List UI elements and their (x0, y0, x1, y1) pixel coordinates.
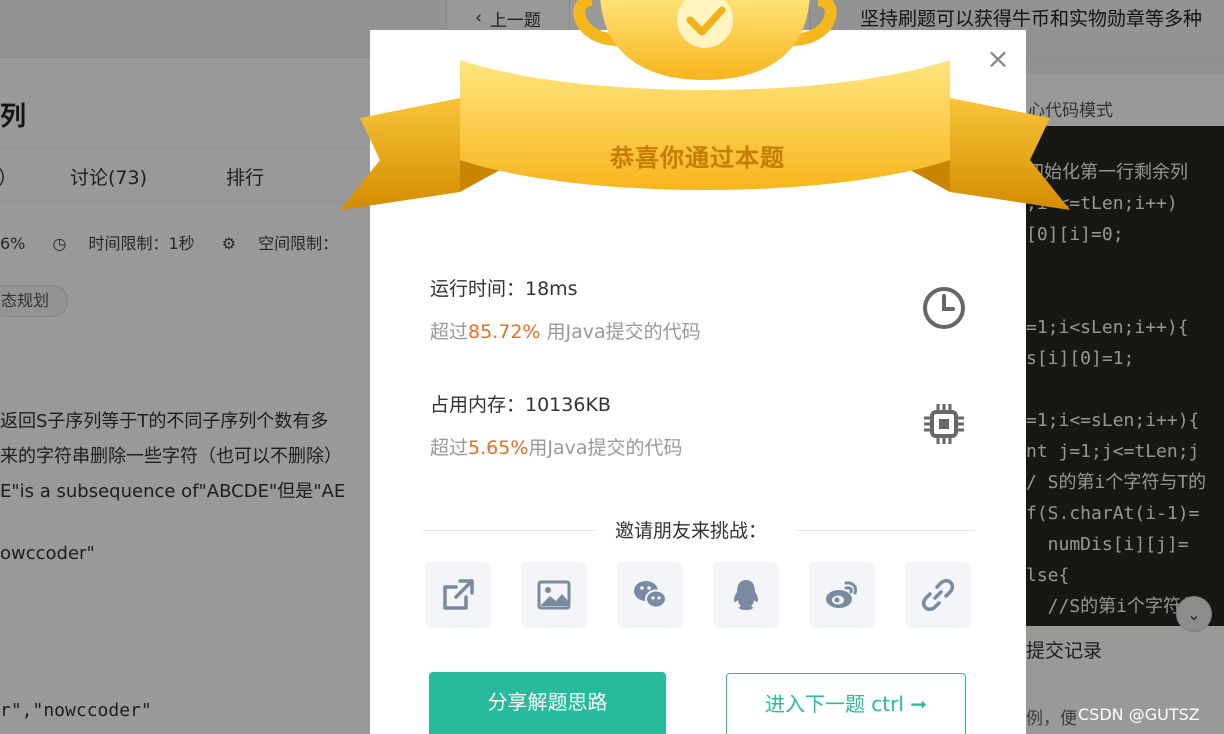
chip-icon (924, 404, 964, 444)
runtime-label: 运行时间：18ms (430, 278, 578, 300)
clock-icon (923, 287, 965, 329)
memory-label: 占用内存：10136KB (430, 394, 611, 416)
invite-label: 邀请朋友来挑战： (596, 516, 786, 543)
share-link-button[interactable] (905, 562, 971, 628)
wechat-icon (634, 581, 667, 609)
runtime-prefix: 超过 (430, 321, 469, 343)
share-weibo-button[interactable] (809, 562, 875, 628)
weibo-icon (826, 581, 857, 608)
share-image-button[interactable] (521, 562, 587, 628)
divider (796, 530, 974, 531)
runtime-beat: 超过85.72% 用Java提交的代码 (430, 317, 701, 344)
share-qq-button[interactable] (713, 562, 779, 628)
share-wechat-button[interactable] (617, 562, 683, 628)
trophy-banner-icon (340, 0, 1070, 210)
watermark: CSDN @GUTSZ (1078, 705, 1200, 724)
share-solution-button[interactable]: 分享解题思路 (429, 672, 666, 734)
memory-prefix: 超过 (430, 437, 469, 459)
qq-icon (733, 580, 759, 610)
next-problem-modal-button[interactable]: 进入下一题 ctrl ➞ (726, 673, 966, 734)
runtime-suffix: 用Java提交的代码 (540, 321, 701, 343)
link-icon (921, 579, 955, 611)
share-out-icon (443, 579, 474, 610)
memory-beat: 超过5.65%用Java提交的代码 (430, 433, 683, 460)
divider (422, 530, 598, 531)
memory-percent: 5.65% (468, 437, 529, 459)
memory-suffix: 用Java提交的代码 (528, 437, 683, 459)
success-banner-text: 恭喜你通过本题 (610, 144, 785, 172)
share-out-button[interactable] (425, 562, 491, 628)
close-icon[interactable]: × (984, 45, 1012, 74)
image-icon (537, 580, 571, 610)
runtime-percent: 85.72% (468, 321, 541, 343)
